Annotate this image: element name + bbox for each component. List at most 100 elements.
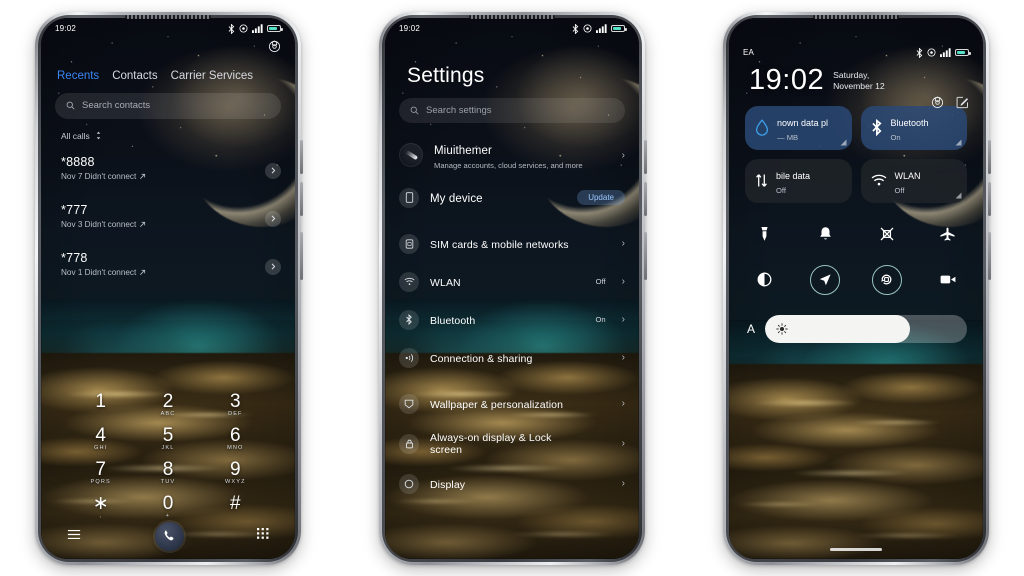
- tab-carrier-services[interactable]: Carrier Services: [171, 70, 253, 82]
- phone-mockup-row: 19:02 Recents Contacts Carrier Services …: [0, 0, 1024, 576]
- sidebar-item-wallpaper[interactable]: Wallpaper & personalization ›: [385, 385, 639, 423]
- dialpad-key-7[interactable]: 7 PQRS: [67, 459, 134, 485]
- dialpad-key-0[interactable]: 0 +: [134, 493, 201, 519]
- call-filter-label: All calls: [61, 130, 90, 141]
- quick-toggles: [729, 203, 983, 295]
- dialpad-icon[interactable]: [257, 527, 269, 545]
- search-placeholder: Search contacts: [82, 100, 151, 111]
- dark-mode-icon[interactable]: [749, 265, 779, 295]
- dialpad-key-6[interactable]: 6 MNO: [202, 425, 269, 451]
- tile-expand-icon[interactable]: [955, 139, 962, 146]
- dialpad-key-5[interactable]: 5 JKL: [134, 425, 201, 451]
- tab-recents[interactable]: Recents: [57, 70, 99, 82]
- settings-item-label: Always-on display & Lock screen: [430, 431, 552, 456]
- call-button[interactable]: [154, 521, 184, 551]
- call-icon: [164, 530, 174, 541]
- sidebar-item-aod-lockscreen[interactable]: Always-on display & Lock screen ›: [385, 423, 639, 465]
- dialer-bottom-bar: [41, 521, 295, 551]
- sidebar-item-sim-cards[interactable]: SIM cards & mobile networks ›: [385, 225, 639, 263]
- search-icon: [66, 101, 75, 110]
- volume-down-button[interactable]: [644, 181, 647, 216]
- call-filter-dropdown[interactable]: All calls: [61, 131, 295, 141]
- call-details-button[interactable]: [265, 258, 281, 275]
- volume-up-button[interactable]: [988, 139, 991, 174]
- sidebar-item-connection-sharing[interactable]: Connection & sharing ›: [385, 339, 639, 377]
- tile-title: Bluetooth: [890, 118, 929, 128]
- dialpad-key-4[interactable]: 4 GHI: [67, 425, 134, 451]
- location-icon[interactable]: [810, 264, 841, 295]
- dialpad-key-2[interactable]: 2 ABC: [134, 391, 201, 417]
- menu-icon[interactable]: [67, 527, 81, 545]
- dialpad-key-9[interactable]: 9 WXYZ: [202, 459, 269, 485]
- ringer-bell-icon[interactable]: [810, 219, 840, 249]
- sidebar-item-account[interactable]: Miuithemer Manage accounts, cloud servic…: [385, 129, 639, 179]
- search-icon: [410, 106, 419, 115]
- tile-expand-icon[interactable]: [955, 192, 962, 199]
- sidebar-item-bluetooth[interactable]: Bluetooth On ›: [385, 301, 639, 339]
- auto-rotate-icon[interactable]: [871, 264, 902, 295]
- power-button[interactable]: [988, 231, 991, 280]
- dialpad-key-3[interactable]: 3 DEF: [202, 391, 269, 417]
- quick-toggles-row-1: [749, 219, 963, 249]
- table-row[interactable]: *778 Nov 1 Didn't connect: [41, 243, 295, 291]
- tile-data-plan[interactable]: nown data pl — MB: [745, 105, 852, 150]
- tile-subtitle: Off: [776, 186, 786, 195]
- call-details-button[interactable]: [265, 162, 281, 179]
- search-placeholder: Search settings: [426, 104, 492, 116]
- clock-time: 19:02: [749, 63, 825, 96]
- earpiece-speaker: [813, 14, 899, 19]
- call-log-list: *8888 Nov 7 Didn't connect *777 Nov 3 Di…: [41, 147, 295, 291]
- display-icon: [399, 473, 419, 494]
- brightness-control: A: [729, 311, 983, 343]
- chevron-right-icon: ›: [621, 314, 625, 325]
- chevron-right-icon: ›: [621, 478, 625, 489]
- dialpad-key-star[interactable]: ∗,: [67, 493, 134, 519]
- tile-subtitle: On: [890, 133, 901, 142]
- battery-icon: [955, 49, 971, 56]
- sidebar-item-display[interactable]: Display ›: [385, 465, 639, 503]
- status-time: 19:02: [55, 24, 77, 33]
- alarm-icon: [927, 48, 936, 57]
- call-number: *778: [61, 250, 88, 265]
- update-badge[interactable]: Update: [577, 190, 625, 205]
- power-button[interactable]: [644, 231, 647, 280]
- volume-down-button[interactable]: [988, 181, 991, 216]
- search-settings-input[interactable]: Search settings: [399, 97, 625, 123]
- table-row[interactable]: *8888 Nov 7 Didn't connect: [41, 147, 295, 195]
- alarm-icon: [239, 24, 248, 33]
- volume-up-button[interactable]: [644, 139, 647, 174]
- search-contacts-input[interactable]: Search contacts: [55, 92, 281, 119]
- sidebar-item-wlan[interactable]: WLAN Off ›: [385, 263, 639, 301]
- sidebar-item-my-device[interactable]: My device Update: [385, 179, 639, 217]
- tile-subtitle: — MB: [777, 133, 799, 142]
- airplane-icon[interactable]: [933, 219, 963, 249]
- dialpad-key-hash[interactable]: #: [202, 493, 269, 519]
- chevron-right-icon: ›: [621, 438, 625, 449]
- clock-date: Saturday, November 12: [833, 69, 885, 91]
- dialpad-key-8[interactable]: 8 TUV: [134, 459, 201, 485]
- volume-down-button[interactable]: [300, 181, 303, 216]
- edit-icon[interactable]: [956, 96, 969, 114]
- home-indicator[interactable]: [830, 547, 882, 551]
- signal-icon: [940, 48, 951, 57]
- tile-expand-icon[interactable]: [840, 139, 847, 146]
- auto-brightness-label[interactable]: A: [747, 322, 755, 336]
- screenshot-icon[interactable]: [872, 219, 902, 249]
- table-row[interactable]: *777 Nov 3 Didn't connect: [41, 195, 295, 243]
- call-details-button[interactable]: [265, 210, 281, 227]
- power-button[interactable]: [300, 231, 303, 280]
- screen-recorder-icon[interactable]: [933, 265, 963, 295]
- tile-wlan[interactable]: WLAN Off: [860, 158, 967, 203]
- volume-up-button[interactable]: [300, 139, 303, 174]
- brightness-slider[interactable]: [765, 314, 967, 343]
- tab-contacts[interactable]: Contacts: [112, 70, 157, 82]
- dialpad-key-1[interactable]: 1: [67, 391, 134, 417]
- phone-dialer: 19:02 Recents Contacts Carrier Services …: [35, 11, 303, 565]
- flashlight-icon[interactable]: [749, 219, 779, 249]
- status-time: 19:02: [399, 24, 421, 33]
- phone-screen-settings: 19:02 Settings Search settings Miuitheme…: [385, 17, 639, 559]
- tile-mobile-data[interactable]: bile data Off: [745, 158, 852, 203]
- brightness-sun-icon: [776, 322, 788, 335]
- call-number: *8888: [61, 154, 95, 169]
- gear-icon[interactable]: [931, 95, 944, 114]
